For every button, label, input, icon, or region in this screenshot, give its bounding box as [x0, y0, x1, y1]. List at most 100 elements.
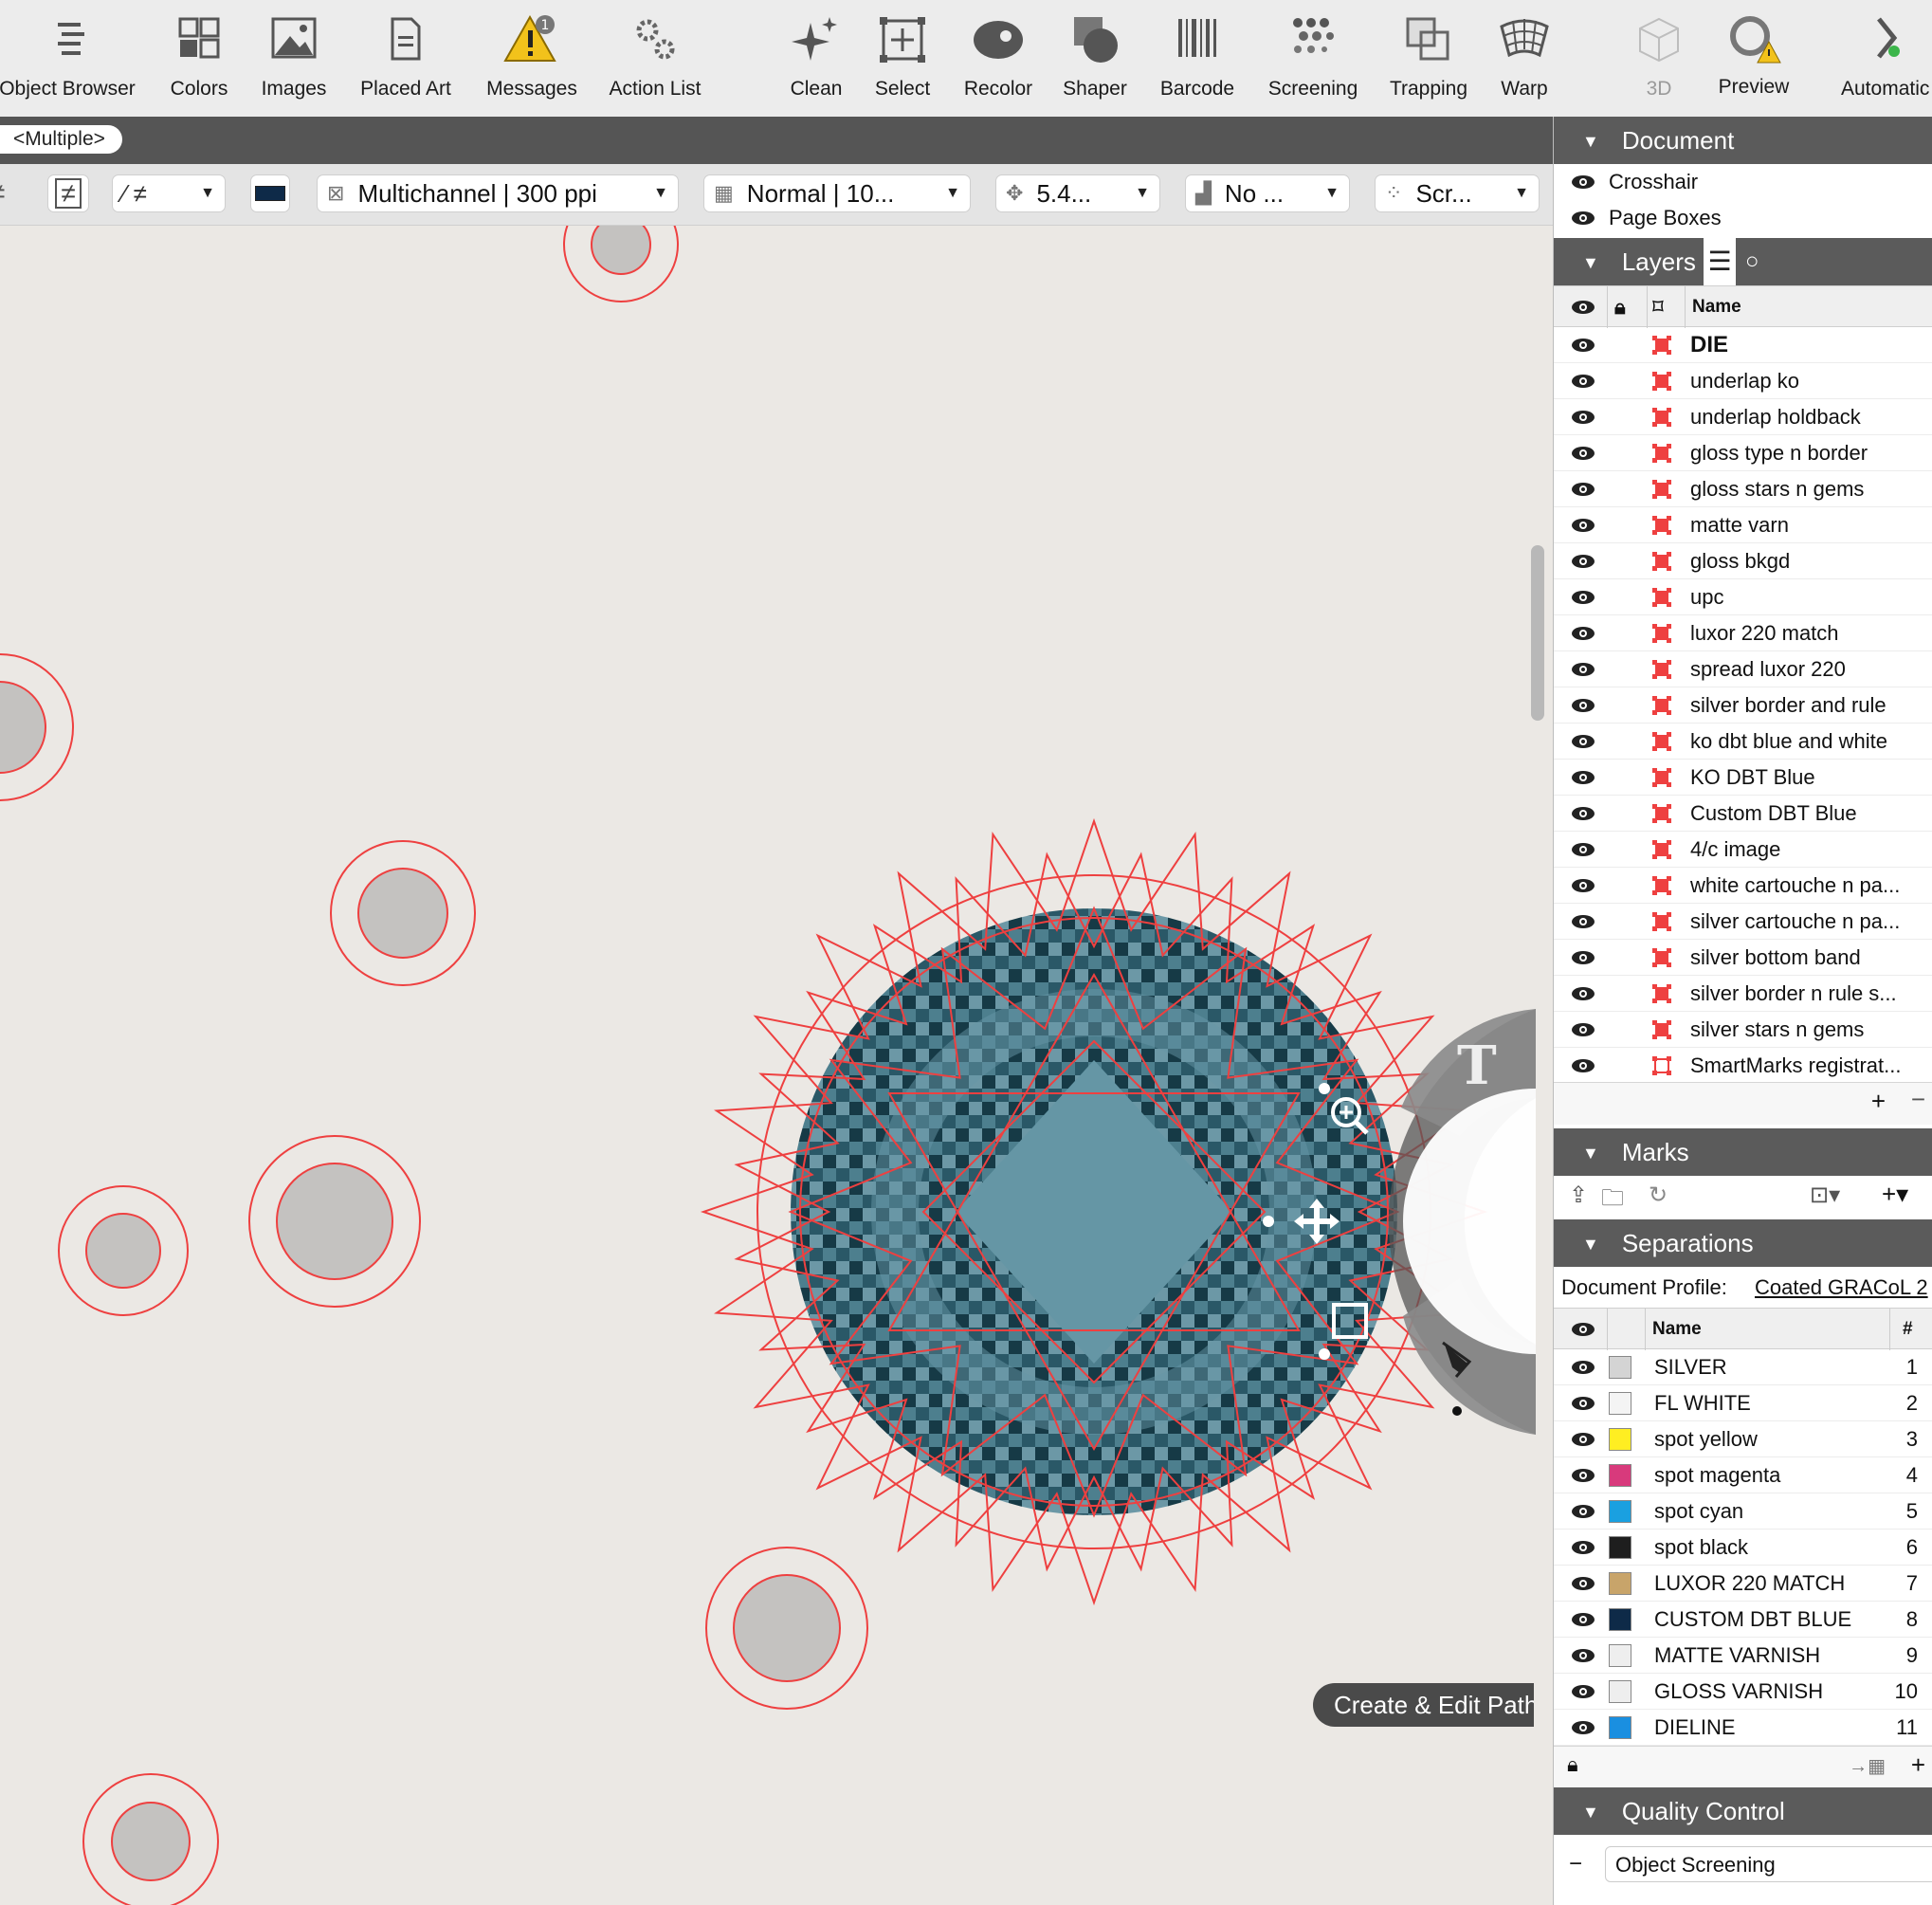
layer-row[interactable]: spread luxor 220: [1554, 651, 1932, 687]
import-icon[interactable]: ⇪: [1569, 1181, 1588, 1209]
channel-mix-icon[interactable]: →▦: [1849, 1754, 1886, 1778]
eye-icon[interactable]: [1571, 1359, 1595, 1376]
layer-row[interactable]: silver bottom band: [1554, 940, 1932, 976]
text-tool-icon[interactable]: T: [1457, 1035, 1497, 1097]
eye-icon[interactable]: [1571, 1021, 1595, 1038]
not-equal-toggle[interactable]: ≠: [0, 174, 23, 212]
artboard-canvas[interactable]: T Create & Edit Path: [0, 226, 1536, 1905]
layer-row[interactable]: silver stars n gems: [1554, 1012, 1932, 1048]
layer-row[interactable]: SmartMarks registrat...: [1554, 1048, 1932, 1084]
canvas-vertical-scrollbar[interactable]: [1531, 545, 1544, 721]
separation-row[interactable]: DIELINE 11: [1554, 1710, 1932, 1746]
action-list-button[interactable]: Action List: [602, 0, 708, 117]
eye-icon[interactable]: [1571, 1647, 1595, 1664]
layer-row[interactable]: underlap ko: [1554, 363, 1932, 399]
colors-button[interactable]: Colors: [161, 0, 237, 117]
separation-row[interactable]: spot cyan 5: [1554, 1493, 1932, 1529]
layer-row[interactable]: 4/c image: [1554, 832, 1932, 868]
layer-row[interactable]: gloss stars n gems: [1554, 471, 1932, 507]
select-button[interactable]: Select: [865, 0, 940, 117]
document-item-page-boxes[interactable]: Page Boxes: [1554, 200, 1932, 236]
eye-icon[interactable]: [1571, 409, 1595, 426]
eye-icon[interactable]: [1571, 1719, 1595, 1736]
layer-row[interactable]: white cartouche n pa...: [1554, 868, 1932, 904]
layer-row[interactable]: KO DBT Blue: [1554, 760, 1932, 796]
eye-icon[interactable]: [1571, 1467, 1595, 1484]
list-view-icon[interactable]: ☰: [1704, 238, 1736, 285]
trapping-button[interactable]: Trapping: [1386, 0, 1471, 117]
eye-icon[interactable]: [1571, 174, 1595, 191]
automatic-button[interactable]: Automatic: [1837, 0, 1932, 117]
eye-icon[interactable]: [1571, 1539, 1595, 1556]
layer-row[interactable]: silver cartouche n pa...: [1554, 904, 1932, 940]
layer-row[interactable]: silver border n rule s...: [1554, 976, 1932, 1012]
stroke-mode-toggle[interactable]: ≠: [47, 174, 89, 212]
object-browser-button[interactable]: Object Browser: [0, 0, 138, 117]
layer-row[interactable]: Custom DBT Blue: [1554, 796, 1932, 832]
eye-icon[interactable]: [1571, 445, 1595, 462]
eye-icon[interactable]: [1571, 589, 1595, 606]
object-screening-field[interactable]: Object Screening: [1605, 1846, 1932, 1882]
frame-icon[interactable]: ⌑: [1652, 286, 1664, 328]
stroke-style-dropdown[interactable]: ⁄ ≠ ▼: [112, 174, 226, 212]
separation-row[interactable]: GLOSS VARNISH 10: [1554, 1674, 1932, 1710]
eye-icon[interactable]: [1571, 841, 1595, 858]
eye-icon[interactable]: [1571, 1611, 1595, 1628]
position-dropdown[interactable]: ✥ 5.4... ▼: [995, 174, 1160, 212]
eye-icon[interactable]: [1571, 210, 1595, 227]
layer-row[interactable]: silver border and rule: [1554, 687, 1932, 724]
add-mark-frame-icon[interactable]: ⊡▾: [1810, 1181, 1840, 1209]
folder-icon[interactable]: 🗀: [1601, 1181, 1624, 1220]
eye-icon[interactable]: [1571, 553, 1595, 570]
eye-icon[interactable]: [1571, 1683, 1595, 1700]
separation-row[interactable]: spot black 6: [1554, 1529, 1932, 1566]
layer-row[interactable]: matte varn: [1554, 507, 1932, 543]
recolor-button[interactable]: Recolor: [956, 0, 1041, 117]
preview-button[interactable]: Preview: [1708, 0, 1799, 117]
separation-row[interactable]: LUXOR 220 MATCH 7: [1554, 1566, 1932, 1602]
shaper-button[interactable]: Shaper: [1054, 0, 1136, 117]
document-item-crosshair[interactable]: Crosshair: [1554, 164, 1932, 200]
eye-icon[interactable]: [1571, 805, 1595, 822]
layer-row[interactable]: luxor 220 match: [1554, 615, 1932, 651]
clean-button[interactable]: Clean: [777, 0, 855, 117]
separations-section-header[interactable]: ▼ Separations: [1554, 1219, 1932, 1267]
output-dropdown[interactable]: ⊠ Multichannel | 300 ppi ▼: [317, 174, 679, 212]
quality-control-section-header[interactable]: ▼ Quality Control: [1554, 1787, 1932, 1835]
eye-icon[interactable]: [1571, 769, 1595, 786]
eye-icon[interactable]: [1571, 913, 1595, 930]
separation-row[interactable]: spot magenta 4: [1554, 1457, 1932, 1493]
separation-row[interactable]: SILVER 1: [1554, 1349, 1932, 1385]
eye-icon[interactable]: [1571, 1321, 1595, 1338]
collapse-minus-icon[interactable]: −: [1569, 1846, 1582, 1882]
eye-icon[interactable]: [1571, 373, 1595, 390]
remove-layer-button[interactable]: −: [1911, 1085, 1925, 1114]
separation-row[interactable]: CUSTOM DBT BLUE 8: [1554, 1602, 1932, 1638]
lock-icon[interactable]: 🔒︎: [1567, 1752, 1578, 1777]
images-button[interactable]: Images: [254, 0, 334, 117]
eye-icon[interactable]: [1571, 661, 1595, 678]
eye-icon[interactable]: [1571, 1395, 1595, 1412]
screen-dropdown[interactable]: ⁘ Scr... ▼: [1375, 174, 1540, 212]
eye-icon[interactable]: [1571, 337, 1595, 354]
layer-row[interactable]: ko dbt blue and white: [1554, 724, 1932, 760]
eye-icon[interactable]: [1571, 1503, 1595, 1520]
warp-button[interactable]: Warp: [1486, 0, 1562, 117]
eye-icon[interactable]: [1571, 1575, 1595, 1592]
separation-row[interactable]: MATTE VARNISH 9: [1554, 1638, 1932, 1674]
refresh-icon[interactable]: ↻: [1649, 1181, 1668, 1209]
eye-icon[interactable]: [1571, 733, 1595, 750]
shadow-dropdown[interactable]: ▟ No ... ▼: [1185, 174, 1350, 212]
eye-icon[interactable]: [1571, 1057, 1595, 1074]
eye-icon[interactable]: [1571, 481, 1595, 498]
eye-icon[interactable]: [1571, 877, 1595, 894]
layer-row[interactable]: underlap holdback: [1554, 399, 1932, 435]
screening-button[interactable]: Screening: [1261, 0, 1365, 117]
color-swatch-button[interactable]: [250, 174, 290, 212]
add-separation-button[interactable]: +: [1911, 1750, 1925, 1780]
separation-row[interactable]: spot yellow 3: [1554, 1421, 1932, 1457]
circle-view-icon[interactable]: ○: [1745, 238, 1759, 285]
layer-row[interactable]: gloss bkgd: [1554, 543, 1932, 579]
document-section-header[interactable]: ▼ Document: [1554, 117, 1932, 164]
marks-section-header[interactable]: ▼ Marks: [1554, 1128, 1932, 1176]
